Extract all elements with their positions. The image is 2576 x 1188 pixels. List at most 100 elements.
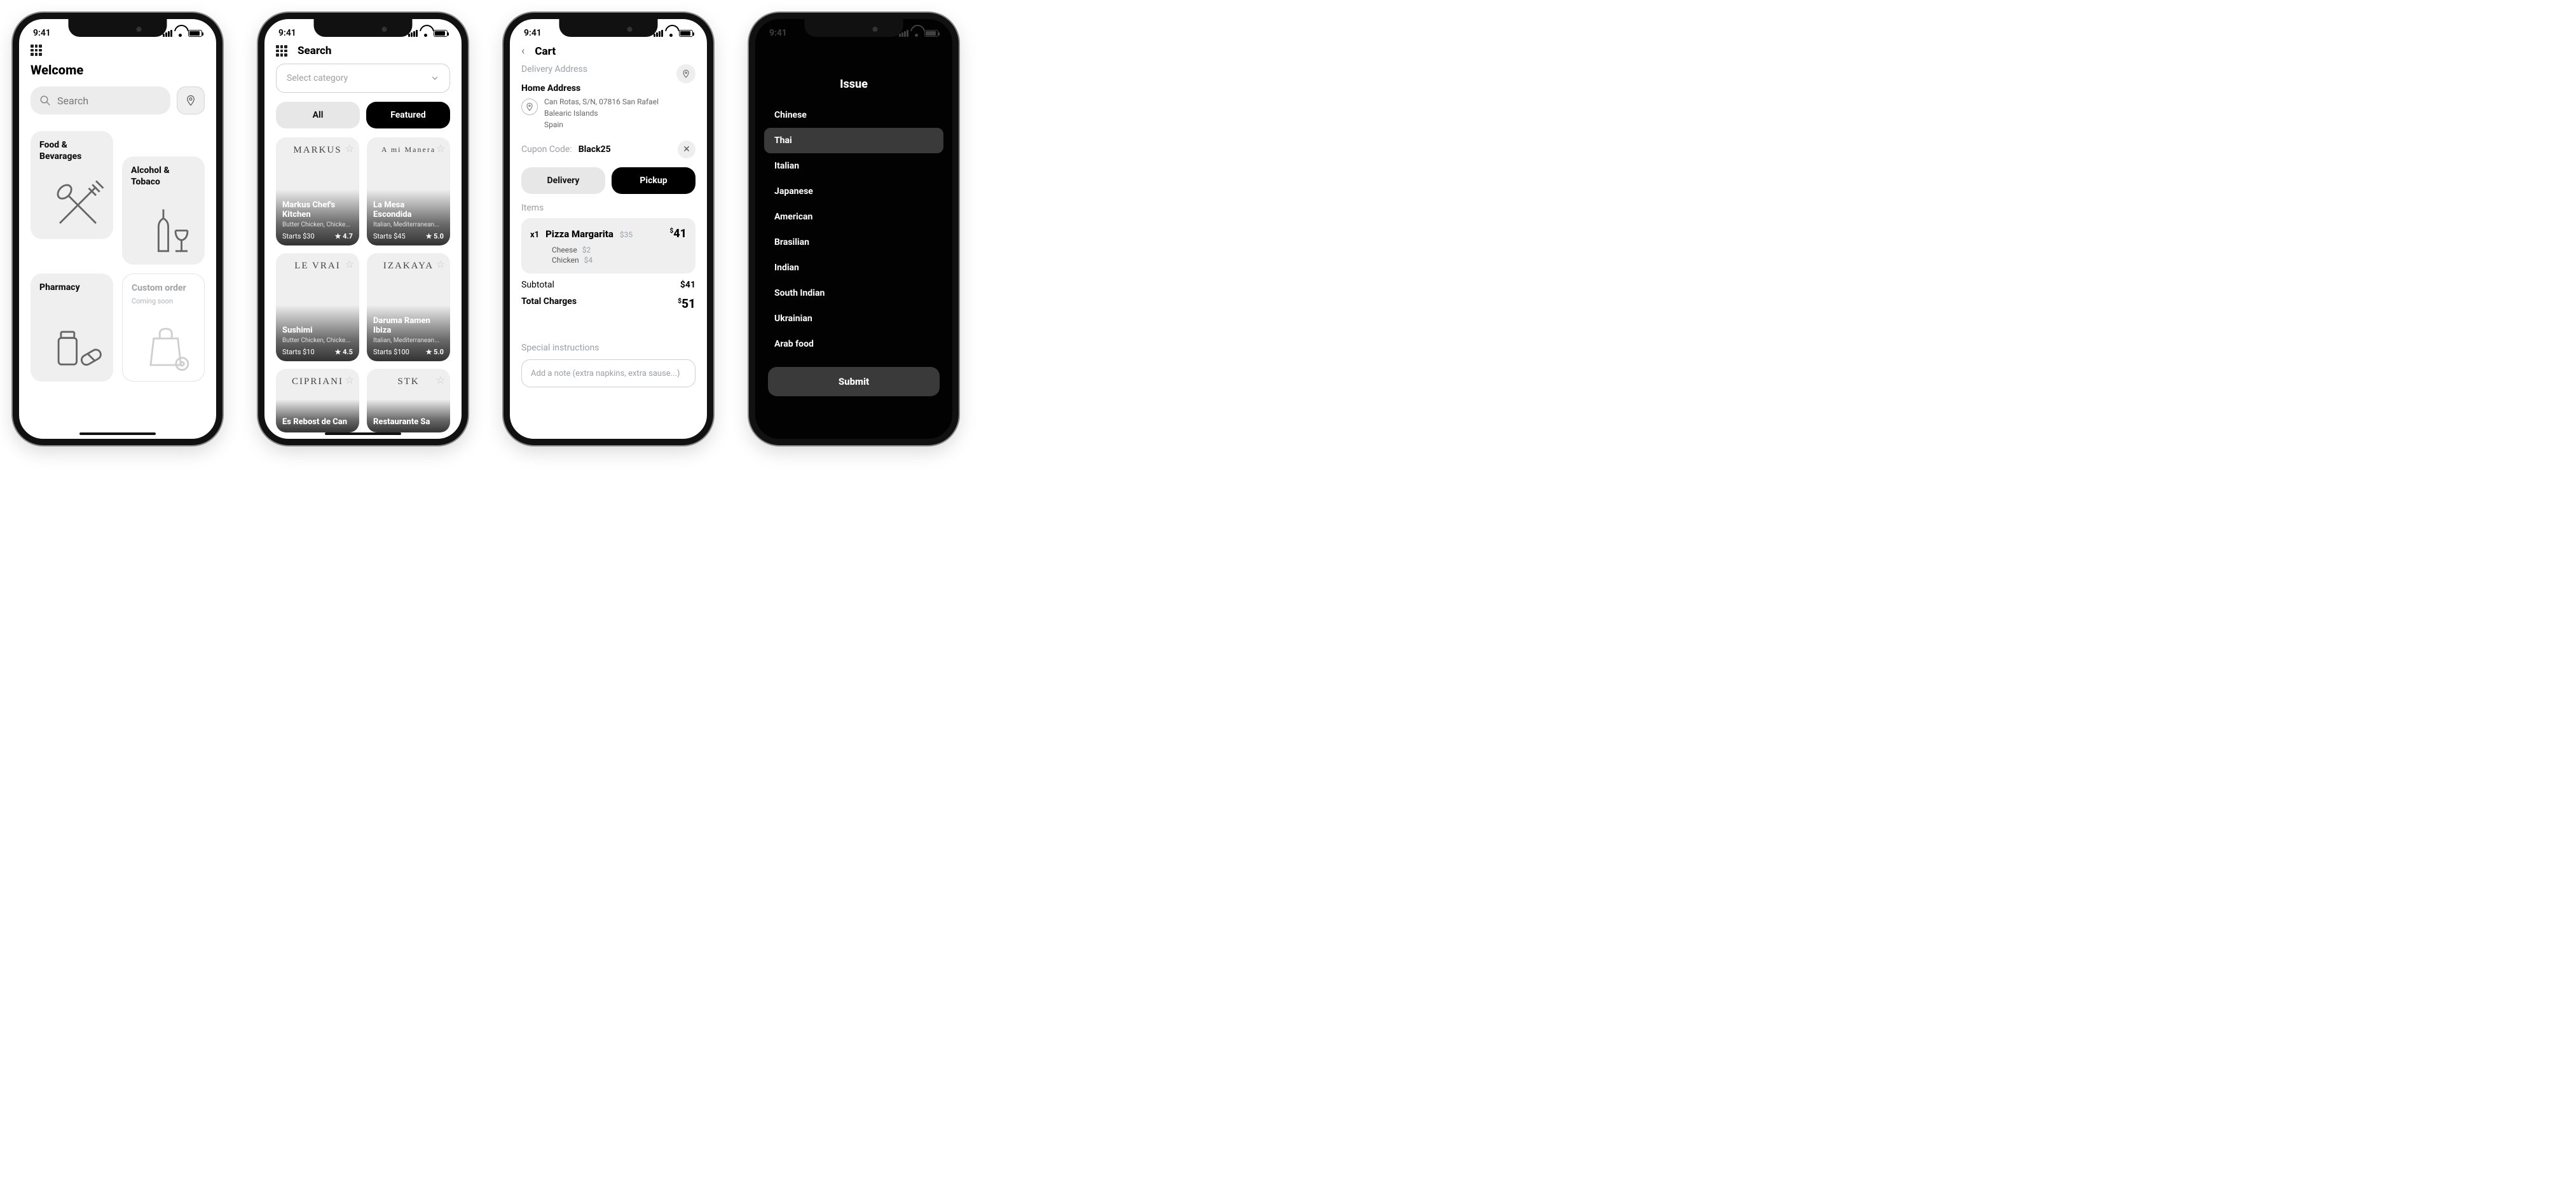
category-title: Custom order xyxy=(132,283,195,294)
cuisine-option[interactable]: American xyxy=(764,204,943,230)
restaurant-logo: LE VRAI xyxy=(276,261,359,272)
location-pin-icon xyxy=(185,95,196,106)
wifi-icon xyxy=(666,30,676,37)
phone-welcome: 9:41 Welcome Search Food & Bevarages xyxy=(13,13,223,445)
item-extra: Chicken$4 xyxy=(552,256,687,265)
cuisine-option[interactable]: Thai xyxy=(764,128,943,153)
item-total: $41 xyxy=(669,227,687,240)
bag-gear-icon xyxy=(139,317,199,377)
wifi-icon xyxy=(912,30,921,37)
restaurant-name: Sushimi xyxy=(282,326,353,336)
address-pin-button[interactable] xyxy=(676,64,695,83)
location-pin-icon xyxy=(682,69,690,78)
restaurant-logo: STK xyxy=(367,376,450,387)
status-time: 9:41 xyxy=(33,28,51,38)
home-indicator[interactable] xyxy=(325,432,401,435)
subtotal-value: $41 xyxy=(680,280,695,290)
coupon-value: Black25 xyxy=(579,144,611,155)
extra-price: $2 xyxy=(582,245,591,254)
tab-delivery[interactable]: Delivery xyxy=(521,167,605,194)
submit-button[interactable]: Submit xyxy=(768,367,940,396)
cuisine-option[interactable]: Japanese xyxy=(764,179,943,204)
phone-search: 9:41 Search Select category All Featured… xyxy=(258,13,468,445)
category-alcohol-tobacco[interactable]: Alcohol & Tobaco xyxy=(122,156,205,265)
restaurant-logo: IZAKAYA xyxy=(367,261,450,272)
restaurant-desc: Italian, Mediterranean... xyxy=(373,337,444,344)
search-placeholder: Search xyxy=(57,95,88,107)
status-icons xyxy=(899,30,938,37)
restaurant-logo: A mi Manera xyxy=(367,145,450,155)
restaurant-rating: ★ 5.0 xyxy=(426,232,444,240)
status-icons xyxy=(654,30,693,37)
restaurant-rating: ★ 4.5 xyxy=(335,348,353,356)
restaurant-card[interactable]: ☆ IZAKAYA Daruma Ramen Ibiza Italian, Me… xyxy=(367,253,450,361)
address-line-1: Can Rotas, S/N, 07816 San Rafael xyxy=(544,96,659,107)
subtotal-label: Subtotal xyxy=(521,280,554,290)
extra-name: Chicken xyxy=(552,256,579,265)
cuisine-option[interactable]: Italian xyxy=(764,153,943,179)
restaurant-logo: MARKUS xyxy=(276,145,359,156)
cart-item: x1 Pizza Margarita $35 $41 Cheese$2Chick… xyxy=(521,218,695,273)
page-title: Cart xyxy=(535,45,556,58)
battery-icon xyxy=(679,30,693,37)
sheet-title: Issue xyxy=(764,78,943,91)
restaurant-name: La Mesa Escondida xyxy=(373,201,444,220)
chevron-down-icon xyxy=(430,74,439,83)
status-time: 9:41 xyxy=(524,28,542,38)
tab-all[interactable]: All xyxy=(276,102,360,128)
delivery-address-label: Delivery Address xyxy=(521,64,587,74)
search-input[interactable]: Search xyxy=(31,86,170,114)
location-button[interactable] xyxy=(177,86,205,114)
page-title: Search xyxy=(298,45,331,57)
phone-notch xyxy=(559,19,658,37)
battery-icon xyxy=(188,30,202,37)
category-title: Pharmacy xyxy=(39,282,104,294)
cuisine-option[interactable]: Arab food xyxy=(764,331,943,357)
restaurant-card[interactable]: ☆ STK Restaurante Sa xyxy=(367,369,450,432)
home-indicator[interactable] xyxy=(79,432,156,435)
tab-pickup[interactable]: Pickup xyxy=(612,167,695,194)
restaurant-name: Daruma Ramen Ibiza xyxy=(373,317,444,336)
cuisine-option[interactable]: Brasilian xyxy=(764,230,943,255)
page-title: Welcome xyxy=(31,62,205,78)
issue-sheet: Issue ChineseThaiItalianJapaneseAmerican… xyxy=(764,61,943,432)
restaurant-price: Starts $10 xyxy=(282,348,315,356)
cuisine-option[interactable]: Ukrainian xyxy=(764,306,943,331)
restaurant-card[interactable]: ☆ CIPRIANI Es Rebost de Can xyxy=(276,369,359,432)
wifi-icon xyxy=(175,30,185,37)
note-input[interactable]: Add a note (extra napkins, extra sause..… xyxy=(521,359,695,387)
cuisine-option[interactable]: South Indian xyxy=(764,280,943,306)
status-time: 9:41 xyxy=(278,28,296,38)
category-subtitle: Coming soon xyxy=(132,297,195,305)
phone-issue: 9:41 Issue ChineseThaiItalianJapaneseAme… xyxy=(749,13,959,445)
category-select[interactable]: Select category xyxy=(276,64,450,93)
address-line-3: Spain xyxy=(544,119,659,130)
phone-notch xyxy=(314,19,413,37)
tab-featured[interactable]: Featured xyxy=(366,102,450,128)
category-food-beverages[interactable]: Food & Bevarages xyxy=(31,131,113,239)
note-placeholder: Add a note (extra napkins, extra sause..… xyxy=(531,369,680,378)
item-base-price: $35 xyxy=(620,230,633,239)
restaurant-card[interactable]: ☆ LE VRAI Sushimi Butter Chicken, Chicke… xyxy=(276,253,359,361)
battery-icon xyxy=(434,30,448,37)
battery-icon xyxy=(924,30,938,37)
item-extra: Cheese$2 xyxy=(552,245,687,254)
restaurant-card[interactable]: ☆ A mi Manera La Mesa Escondida Italian,… xyxy=(367,137,450,245)
wifi-icon xyxy=(421,30,430,37)
menu-grid-icon[interactable] xyxy=(31,45,42,56)
category-title: Food & Bevarages xyxy=(39,140,104,162)
coupon-clear-button[interactable]: ✕ xyxy=(678,141,695,158)
phone-notch xyxy=(69,19,167,37)
menu-grid-icon[interactable] xyxy=(276,45,287,57)
category-pharmacy[interactable]: Pharmacy xyxy=(31,273,113,382)
cuisine-option[interactable]: Indian xyxy=(764,255,943,280)
restaurant-name: Markus Chef's Kitchen xyxy=(282,201,353,220)
restaurant-name: Es Rebost de Can xyxy=(282,418,353,427)
restaurant-desc: Butter Chicken, Chicke... xyxy=(282,337,353,344)
restaurant-card[interactable]: ☆ MARKUS Markus Chef's Kitchen Butter Ch… xyxy=(276,137,359,245)
phone-notch xyxy=(805,19,903,37)
cuisine-option[interactable]: Chinese xyxy=(764,102,943,128)
back-icon[interactable]: ‹ xyxy=(521,45,524,58)
restaurant-desc: Italian, Mediterranean... xyxy=(373,221,444,228)
select-placeholder: Select category xyxy=(287,73,348,83)
